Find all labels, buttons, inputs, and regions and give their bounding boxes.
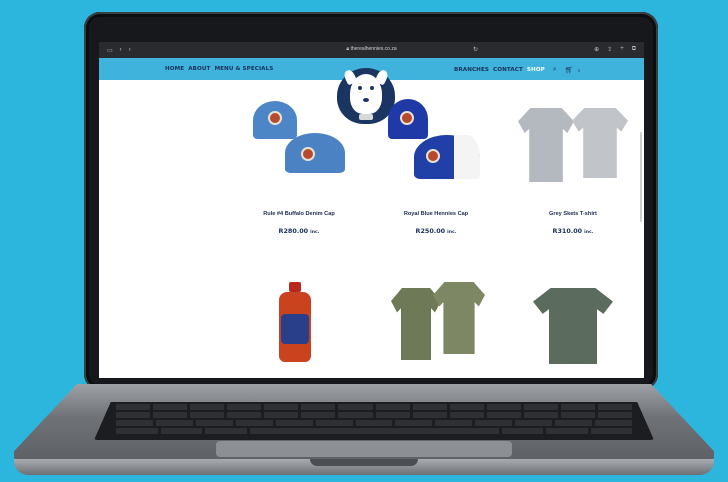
product-image-special-tshirt[interactable] <box>531 286 615 366</box>
product-image-grey-tshirt[interactable] <box>514 104 634 190</box>
browser-toolbar: ▭ ‹ › 🔒︎ therealhennies.co.za ↻ ⊕ ⇪ + ⧉ <box>99 42 644 58</box>
product-image-sauce-bottle[interactable] <box>275 282 315 366</box>
search-icon[interactable]: ⌕ <box>553 66 557 74</box>
address-bar[interactable]: 🔒︎ therealhennies.co.za <box>346 46 396 52</box>
page-scrollbar[interactable] <box>640 132 642 222</box>
address-text: therealhennies.co.za <box>350 46 397 52</box>
lock-icon: 🔒︎ <box>346 46 350 52</box>
download-icon[interactable]: ⊕ <box>594 46 599 53</box>
product-card-grey-tshirt[interactable]: Grey Skets T-shirt R310.00 inc. <box>508 211 638 235</box>
reload-icon[interactable]: ↻ <box>473 46 478 53</box>
browser-screen: ▭ ‹ › 🔒︎ therealhennies.co.za ↻ ⊕ ⇪ + ⧉ … <box>99 42 644 378</box>
forward-icon[interactable]: › <box>129 47 131 54</box>
nav-link-home[interactable]: HOME <box>165 66 184 72</box>
trackpad <box>216 441 512 457</box>
back-icon[interactable]: ‹ <box>120 47 122 54</box>
share-icon[interactable]: ⇪ <box>607 46 612 53</box>
product-name[interactable]: Royal Blue Hennies Cap <box>371 211 501 217</box>
nav-link-shop[interactable]: SHOP <box>527 67 545 73</box>
product-name[interactable]: Grey Skets T-shirt <box>508 211 638 217</box>
nav-link-about[interactable]: ABOUT <box>188 66 210 72</box>
sidebar-toggle-icon[interactable]: ▭ <box>107 47 113 54</box>
product-image-olive-tshirts[interactable] <box>389 280 489 370</box>
new-tab-icon[interactable]: + <box>620 46 624 53</box>
product-price: R280.00 inc. <box>278 227 320 235</box>
nav-link-menu-specials[interactable]: MENU & SPECIALS <box>214 66 273 72</box>
product-card-denim-cap[interactable]: Rule #4 Buffalo Denim Cap R280.00 inc. <box>234 211 364 235</box>
product-image-royal-blue-cap[interactable] <box>384 97 494 187</box>
nav-link-contact[interactable]: CONTACT <box>493 67 523 73</box>
product-price: R310.00 inc. <box>552 227 594 235</box>
nav-link-branches[interactable]: BRANCHES <box>454 67 489 73</box>
laptop-notch <box>310 459 418 466</box>
keyboard <box>94 402 654 440</box>
product-name[interactable]: Rule #4 Buffalo Denim Cap <box>234 211 364 217</box>
nav-left: HOME ABOUT MENU & SPECIALS <box>165 66 273 72</box>
product-card-royal-blue-cap[interactable]: Royal Blue Hennies Cap R250.00 inc. <box>371 211 501 235</box>
site-navigation: HOME ABOUT MENU & SPECIALS BRANCHES CONT… <box>99 58 644 124</box>
nav-right: BRANCHES CONTACT SHOP ⌕ 🛒︎ 0 <box>454 66 580 74</box>
cart-count: 0 <box>577 67 580 73</box>
product-image-denim-cap[interactable] <box>249 97 359 187</box>
tabs-overview-icon[interactable]: ⧉ <box>632 46 636 53</box>
cart-icon[interactable]: 🛒︎ <box>565 66 574 74</box>
product-price: R250.00 inc. <box>415 227 457 235</box>
